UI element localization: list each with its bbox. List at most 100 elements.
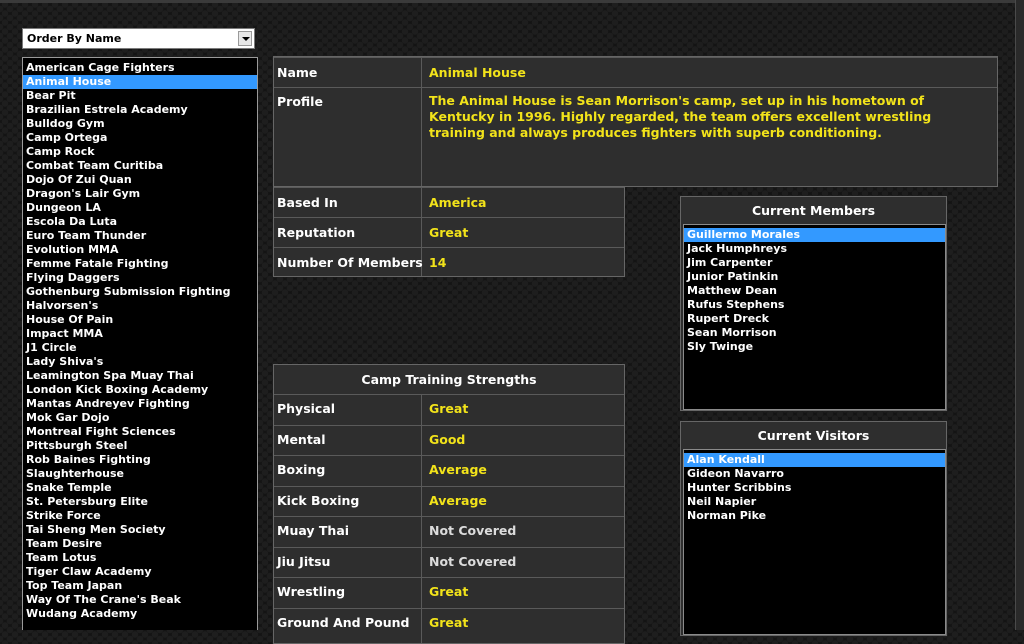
info-row: Number Of Members 14 [274,247,624,278]
camp-list-item[interactable]: Mok Gar Dojo [23,411,257,425]
strength-value: Average [429,492,487,508]
order-by-dropdown[interactable]: Order By Name [22,28,255,49]
camp-list-item[interactable]: Rob Baines Fighting [23,453,257,467]
strength-label: Jiu Jitsu [277,553,331,569]
strength-value: Average [429,462,487,477]
camp-list-item[interactable]: Impact MMA [23,327,257,341]
strength-label: Muay Thai [277,523,350,538]
visitor-list-item[interactable]: Gideon Navarro [684,467,945,481]
info-label: Number Of Members [277,255,423,270]
camp-list-item[interactable]: Evolution MMA [23,243,257,257]
camp-list-item[interactable]: Brazilian Estrela Academy [23,103,257,117]
camp-list-item[interactable]: Camp Ortega [23,131,257,145]
strength-value: Great [429,401,469,416]
current-members-panel: Current Members Guillermo Morales Jack Hu… [680,196,947,411]
strength-row: Kick Boxing Average [274,485,624,518]
strength-row: Jiu Jitsu Not Covered [274,546,624,579]
member-list-item[interactable]: Matthew Dean [684,284,945,298]
member-list-item[interactable]: Rupert Dreck [684,312,945,326]
member-list-item[interactable]: Junior Patinkin [684,270,945,284]
info-row: Based In America [274,187,624,218]
member-list-item[interactable]: Rufus Stephens [684,298,945,312]
member-list-item[interactable]: Guillermo Morales [684,228,945,242]
info-value: 14 [429,255,447,270]
info-value: America [429,195,487,210]
info-value: Great [429,225,469,240]
profile-row: Profile The Animal House is Sean Morriso… [274,87,997,187]
camp-list-item[interactable]: Flying Daggers [23,271,257,285]
camp-list-item[interactable]: House Of Pain [23,313,257,327]
strength-row: Mental Good [274,424,624,457]
camp-list-item[interactable]: Camp Rock [23,145,257,159]
camp-list-item[interactable]: Strike Force [23,509,257,523]
profile-label: Profile [277,94,323,109]
visitor-list-item[interactable]: Hunter Scribbins [684,481,945,495]
member-list-item[interactable]: Jack Humphreys [684,242,945,256]
camp-list-item[interactable]: Top Team Japan [23,579,257,593]
strength-row: Physical Great [274,394,624,426]
name-row: Name Animal House [274,57,997,88]
strength-label: Wrestling [277,584,346,599]
visitor-list-item[interactable]: Neil Napier [684,495,945,509]
camp-list-item[interactable]: Mantas Andreyev Fighting [23,397,257,411]
camp-list-item[interactable]: Gothenburg Submission Fighting [23,285,257,299]
camp-list-item[interactable]: Montreal Fight Sciences [23,425,257,439]
chevron-down-icon[interactable] [238,31,252,46]
current-visitors-title: Current Visitors [757,428,870,443]
camp-list-item[interactable]: Tiger Claw Academy [23,565,257,579]
camp-list-item[interactable]: Bear Pit [23,89,257,103]
profile-text: The Animal House is Sean Morrison's camp… [429,93,932,140]
strength-label: Boxing [277,462,326,477]
camp-list-item[interactable]: Euro Team Thunder [23,229,257,243]
camp-list-item[interactable]: Team Lotus [23,551,257,565]
strength-label: Ground And Pound [277,614,410,630]
camp-list[interactable]: American Cage Fighters Animal House Bear P… [22,57,258,630]
order-by-value: Order By Name [27,32,122,45]
camp-list-item[interactable]: Snake Temple [23,481,257,495]
current-visitors-panel: Current Visitors Alan Kendall Gideon Nava… [680,421,947,636]
strength-row: Muay Thai Not Covered [274,516,624,548]
camp-list-item[interactable]: Combat Team Curitiba [23,159,257,173]
strength-value: Good [429,431,466,447]
strength-row: Boxing Average [274,455,624,487]
camp-list-item[interactable]: American Cage Fighters [23,61,257,75]
name-value: Animal House [429,65,526,80]
training-strengths-title: Camp Training Strengths [361,372,537,387]
camp-list-item[interactable]: Animal House [23,75,257,89]
visitor-list-item[interactable]: Alan Kendall [684,453,945,467]
strength-label: Physical [277,401,336,416]
camp-list-item[interactable]: London Kick Boxing Academy [23,383,257,397]
camp-list-item[interactable]: Wudang Academy [23,607,257,621]
member-list-item[interactable]: Jim Carpenter [684,256,945,270]
current-members-list[interactable]: Guillermo Morales Jack Humphreys Jim Carpe… [683,224,946,410]
strength-label: Kick Boxing [277,492,360,508]
camp-list-item[interactable]: Slaughterhouse [23,467,257,481]
strength-value: Not Covered [429,553,517,569]
member-list-item[interactable]: Sly Twinge [684,340,945,354]
camp-list-item[interactable]: Leamington Spa Muay Thai [23,369,257,383]
camp-list-item[interactable]: Dungeon LA [23,201,257,215]
member-list-item[interactable]: Sean Morrison [684,326,945,340]
camp-list-item[interactable]: Bulldog Gym [23,117,257,131]
window-right-border [1015,0,1024,630]
camp-list-item[interactable]: Way Of The Crane's Beak [23,593,257,607]
camp-list-item[interactable]: Tai Sheng Men Society [23,523,257,537]
current-visitors-list[interactable]: Alan Kendall Gideon Navarro Hunter Scribbi… [683,449,946,635]
current-members-title: Current Members [751,203,876,218]
camp-list-item[interactable]: Escola Da Luta [23,215,257,229]
camp-list-item[interactable]: Team Desire [23,537,257,551]
camp-info-panel: Based In America Reputation Great Number Of … [273,186,625,277]
strength-row: Ground And Pound Great [274,607,624,640]
camp-list-item[interactable]: Dragon's Lair Gym [23,187,257,201]
window-top-border [0,0,1024,3]
camp-list-item[interactable]: Dojo Of Zui Quan [23,173,257,187]
strength-value: Great [429,584,469,599]
camp-list-item[interactable]: Femme Fatale Fighting [23,257,257,271]
camp-list-item[interactable]: St. Petersburg Elite [23,495,257,509]
info-label: Reputation [277,225,356,240]
camp-list-item[interactable]: Lady Shiva's [23,355,257,369]
visitor-list-item[interactable]: Norman Pike [684,509,945,523]
camp-list-item[interactable]: Pittsburgh Steel [23,439,257,453]
camp-list-item[interactable]: J1 Circle [23,341,257,355]
camp-list-item[interactable]: Halvorsen's [23,299,257,313]
